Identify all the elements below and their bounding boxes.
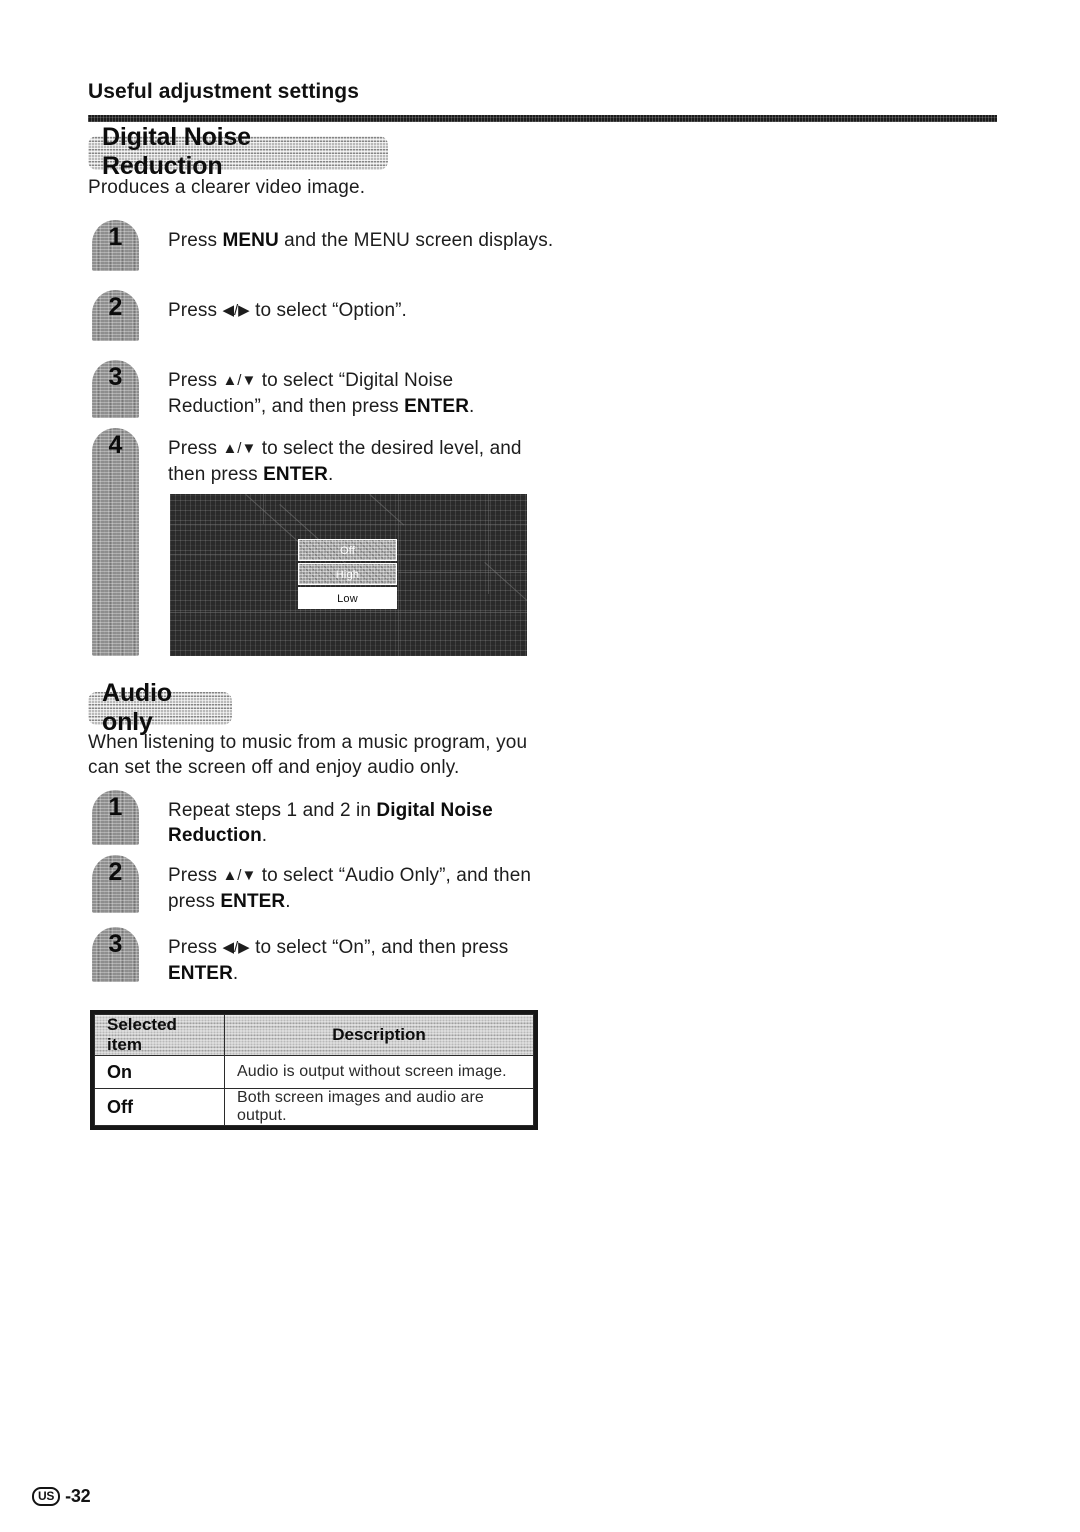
step-instruction: Press ◀/▶ to select “On”, and then press… bbox=[168, 937, 509, 984]
step-number: 3 bbox=[108, 363, 123, 391]
table-cell-description: Audio is output without screen image. bbox=[224, 1055, 534, 1089]
table-row: Off Both screen images and audio are out… bbox=[94, 1088, 534, 1126]
section-intro-digital-noise-reduction: Produces a clearer video image. bbox=[88, 177, 366, 198]
step-instruction: Press ▲/▼ to select the desired level, a… bbox=[168, 438, 522, 485]
section-title-digital-noise-reduction: Digital Noise Reduction bbox=[88, 123, 388, 180]
table-header-cell: Selected item bbox=[94, 1014, 225, 1056]
step-number-badge: 1 bbox=[92, 790, 139, 845]
tv-menu-item[interactable]: Off bbox=[298, 539, 397, 561]
step-number-badge: 1 bbox=[92, 220, 139, 271]
section-intro-audio-only: When listening to music from a music pro… bbox=[88, 732, 528, 778]
section-title-label: Audio only bbox=[102, 678, 172, 736]
step-number: 2 bbox=[108, 293, 123, 321]
step-instruction: Press ◀/▶ to select “Option”. bbox=[168, 300, 407, 321]
table-cell-item: Off bbox=[94, 1088, 225, 1126]
page-footer: US -32 bbox=[32, 1486, 91, 1507]
step-number-badge: 3 bbox=[92, 360, 139, 418]
description-table: Selected item Description On Audio is ou… bbox=[90, 1010, 538, 1130]
step-number-badge: 2 bbox=[92, 855, 139, 913]
step-number-badge: 4 bbox=[92, 428, 139, 656]
step-number: 1 bbox=[108, 793, 123, 821]
page-number: -32 bbox=[65, 1486, 91, 1506]
step-number: 1 bbox=[108, 223, 123, 251]
perspective-line bbox=[484, 562, 527, 603]
step-number: 3 bbox=[108, 930, 123, 958]
step-instruction: Press ▲/▼ to select “Audio Only”, and th… bbox=[168, 865, 532, 912]
table-cell-description: Both screen images and audio are output. bbox=[224, 1088, 534, 1126]
step-number-badge: 2 bbox=[92, 290, 139, 341]
tv-screenshot-image: Off High Low bbox=[170, 494, 527, 656]
step-instruction: Press ▲/▼ to select “Digital Noise Reduct… bbox=[168, 370, 475, 417]
step-number-badge: 3 bbox=[92, 927, 139, 982]
page-title: Useful adjustment settings bbox=[88, 80, 359, 103]
tv-menu-list: Off High Low bbox=[298, 539, 397, 611]
step-instruction: Press MENU and the MENU screen displays. bbox=[168, 230, 554, 251]
table-header-row: Selected item Description bbox=[94, 1014, 534, 1056]
tv-menu-item-selected[interactable]: Low bbox=[298, 587, 397, 609]
region-badge: US bbox=[32, 1487, 61, 1506]
table-header-cell: Description bbox=[224, 1014, 534, 1056]
section-title-label: Digital Noise Reduction bbox=[102, 123, 251, 180]
header-divider bbox=[88, 115, 997, 122]
table-cell-item: On bbox=[94, 1055, 225, 1089]
table-row: On Audio is output without screen image. bbox=[94, 1055, 534, 1089]
step-number: 2 bbox=[108, 858, 123, 886]
section-title-audio-only: Audio only bbox=[88, 679, 232, 736]
step-number: 4 bbox=[108, 431, 123, 459]
step-instruction: Repeat steps 1 and 2 in Digital Noise Red… bbox=[168, 800, 493, 846]
tv-menu-item[interactable]: High bbox=[298, 563, 397, 585]
